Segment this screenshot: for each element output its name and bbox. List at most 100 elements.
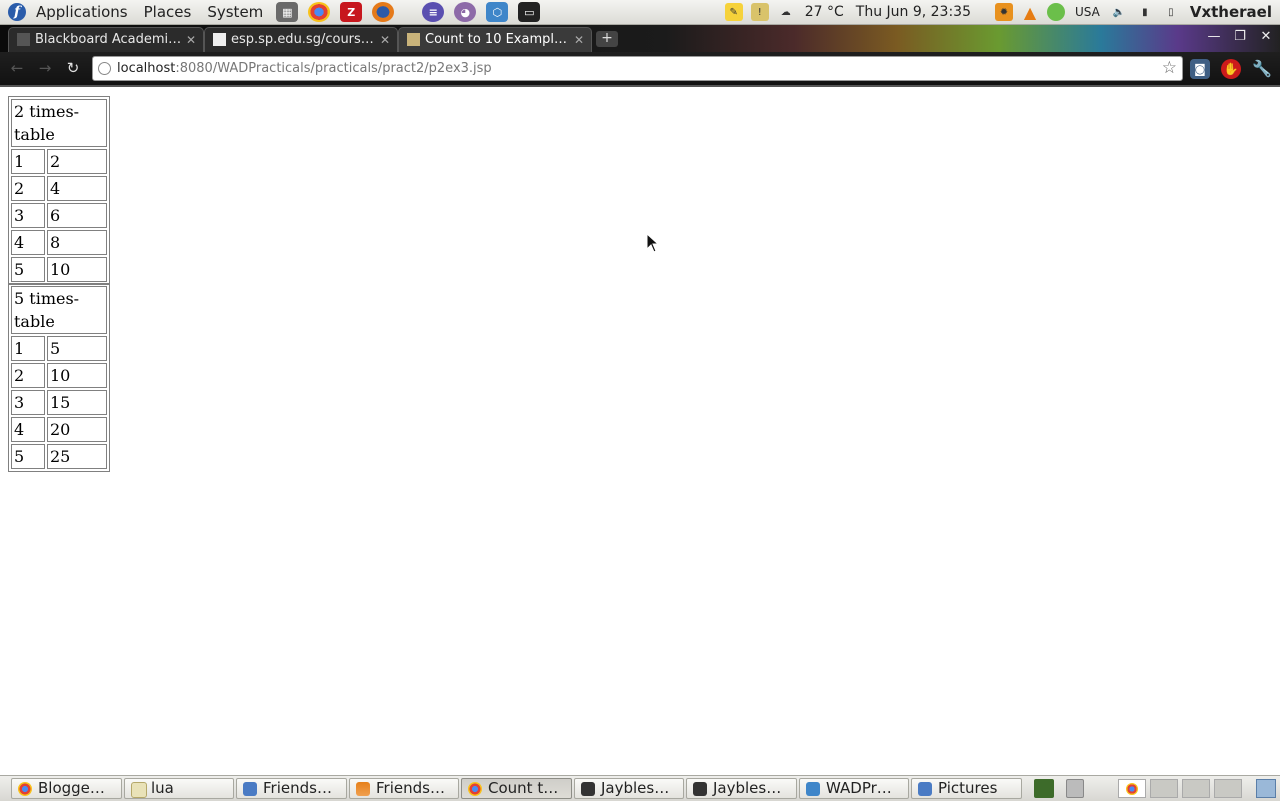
task-label: Jaybles…	[601, 779, 670, 797]
task-label: Jaybles…	[713, 779, 782, 797]
battery-icon[interactable]: ▯	[1162, 3, 1180, 21]
system-menu[interactable]: System	[199, 0, 271, 24]
taskbar-task[interactable]: Jaybles…	[686, 778, 797, 799]
tab-esp[interactable]: esp.sp.edu.sg/cours… ✕	[204, 27, 398, 52]
chrome-icon[interactable]	[308, 2, 331, 22]
network-icon[interactable]	[1047, 3, 1065, 21]
table-header: 5 times-table	[11, 286, 107, 334]
table-row: 5 10	[11, 257, 107, 282]
signal-icon[interactable]: ▮	[1136, 3, 1154, 21]
table-row: 3 15	[11, 390, 107, 415]
terminal-icon	[693, 782, 707, 796]
close-icon[interactable]: ✕	[380, 28, 390, 52]
terminal-icon[interactable]: ▭	[518, 2, 541, 22]
multiplier-cell: 1	[11, 336, 45, 361]
globe-icon	[98, 62, 111, 75]
show-desktop-icon[interactable]	[1256, 779, 1276, 798]
multiplier-cell: 3	[11, 390, 45, 415]
username[interactable]: Vxtherael	[1190, 3, 1272, 21]
chrome-icon	[1126, 783, 1138, 795]
back-icon[interactable]: ←	[6, 58, 28, 78]
product-cell: 8	[47, 230, 107, 255]
weather-temperature[interactable]: 27 °C	[805, 4, 844, 20]
vlc-icon	[356, 782, 370, 796]
terminal-icon	[581, 782, 595, 796]
volume-icon[interactable]: 🔈	[1110, 3, 1128, 21]
taskbar-task[interactable]: Friends…	[349, 778, 459, 799]
product-cell: 2	[47, 149, 107, 174]
multiplier-cell: 3	[11, 203, 45, 228]
screenshot-extension-icon[interactable]: ◙	[1190, 59, 1210, 79]
close-window-icon[interactable]: ✕	[1256, 28, 1276, 46]
taskbar-task[interactable]: Jaybles…	[574, 778, 684, 799]
workspace-1[interactable]	[1118, 779, 1146, 798]
chrome-icon	[468, 782, 482, 796]
close-icon[interactable]: ✕	[574, 28, 584, 52]
pidgin-icon[interactable]: ◕	[454, 2, 477, 22]
tab-blackboard[interactable]: Blackboard Academi… ✕	[8, 27, 204, 52]
reload-icon[interactable]: ↻	[62, 58, 84, 78]
weather-icon[interactable]: ☁	[777, 3, 795, 21]
minecraft-icon[interactable]	[1034, 779, 1054, 798]
product-cell: 25	[47, 444, 107, 469]
clock[interactable]: Thu Jun 9, 23:35	[856, 4, 971, 20]
restore-icon[interactable]: ❐	[1230, 28, 1250, 46]
page-favicon-icon	[213, 33, 226, 46]
workspace-4[interactable]	[1214, 779, 1242, 798]
folder-icon	[918, 782, 932, 796]
multiplier-cell: 1	[11, 149, 45, 174]
product-cell: 10	[47, 363, 107, 388]
taskbar-task[interactable]: Blogge…	[11, 778, 122, 799]
taskbar-task[interactable]: lua	[124, 778, 234, 799]
adblock-icon[interactable]: ✋	[1221, 59, 1241, 79]
url-path: :8080/WADPracticals/practicals/pract2/p2…	[175, 61, 492, 76]
top-panel: f Applications Places System ▦ Z ≡ ◕ ⬡ ▭…	[0, 0, 1280, 25]
taskbar-task[interactable]: Friends…	[236, 778, 347, 799]
page-content: 2 times-table 12 24 36 48 5 10 5 times-ta…	[0, 87, 1280, 773]
multiplier-cell: 4	[11, 230, 45, 255]
times-table-5: 5 times-table 15 2 10 3 15 4 20 5 25	[8, 283, 110, 472]
address-bar[interactable]: localhost:8080/WADPracticals/practicals/…	[92, 56, 1183, 81]
product-cell: 15	[47, 390, 107, 415]
taskbar-task[interactable]: Pictures	[911, 778, 1022, 799]
product-cell: 10	[47, 257, 107, 282]
firefox-icon[interactable]	[372, 2, 395, 22]
workspace-3[interactable]	[1182, 779, 1210, 798]
wrench-icon[interactable]: 🔧	[1252, 59, 1272, 79]
notes-icon[interactable]: ✎	[724, 3, 743, 21]
chrome-icon	[18, 782, 32, 796]
bookmark-star-icon[interactable]: ☆	[1162, 57, 1177, 80]
gear-icon[interactable]: ✹	[995, 3, 1013, 21]
forward-icon[interactable]: →	[34, 58, 56, 78]
minimize-icon[interactable]: —	[1204, 28, 1224, 46]
table-row: 12	[11, 149, 107, 174]
jsp-favicon-icon	[407, 33, 420, 46]
url-host: localhost	[117, 61, 176, 76]
table-header: 2 times-table	[11, 99, 107, 147]
task-label: Pictures	[938, 779, 998, 797]
tab-count-to-10[interactable]: Count to 10 Exampl… ✕	[398, 27, 592, 52]
trash-icon[interactable]	[1066, 779, 1084, 798]
task-label: Blogge…	[38, 779, 105, 797]
taskbar-task[interactable]: WADPr…	[799, 778, 909, 799]
workspace-2[interactable]	[1150, 779, 1178, 798]
eclipse-icon[interactable]: ≡	[422, 2, 445, 22]
calculator-icon[interactable]: ▦	[276, 2, 299, 22]
places-menu[interactable]: Places	[136, 0, 200, 24]
update-notifier-icon[interactable]: !	[750, 3, 769, 21]
filezilla-icon[interactable]: Z	[340, 2, 363, 22]
task-label: Friends…	[263, 779, 332, 797]
blackboard-favicon-icon	[17, 33, 30, 46]
text-editor-icon	[131, 782, 147, 798]
netbeans-icon[interactable]: ⬡	[486, 2, 509, 22]
taskbar-task[interactable]: Count t…	[461, 778, 572, 799]
browser-toolbar: ← → ↻ localhost:8080/WADPracticals/pract…	[0, 52, 1280, 87]
task-label: Count t…	[488, 779, 559, 797]
new-tab-button[interactable]: +	[596, 31, 618, 47]
keyboard-layout[interactable]: USA	[1075, 5, 1100, 19]
task-label: Friends…	[376, 779, 445, 797]
vlc-icon[interactable]: ▲	[1021, 3, 1039, 22]
close-icon[interactable]: ✕	[186, 28, 196, 52]
fedora-logo-icon[interactable]: f	[8, 3, 26, 21]
applications-menu[interactable]: Applications	[28, 0, 136, 24]
